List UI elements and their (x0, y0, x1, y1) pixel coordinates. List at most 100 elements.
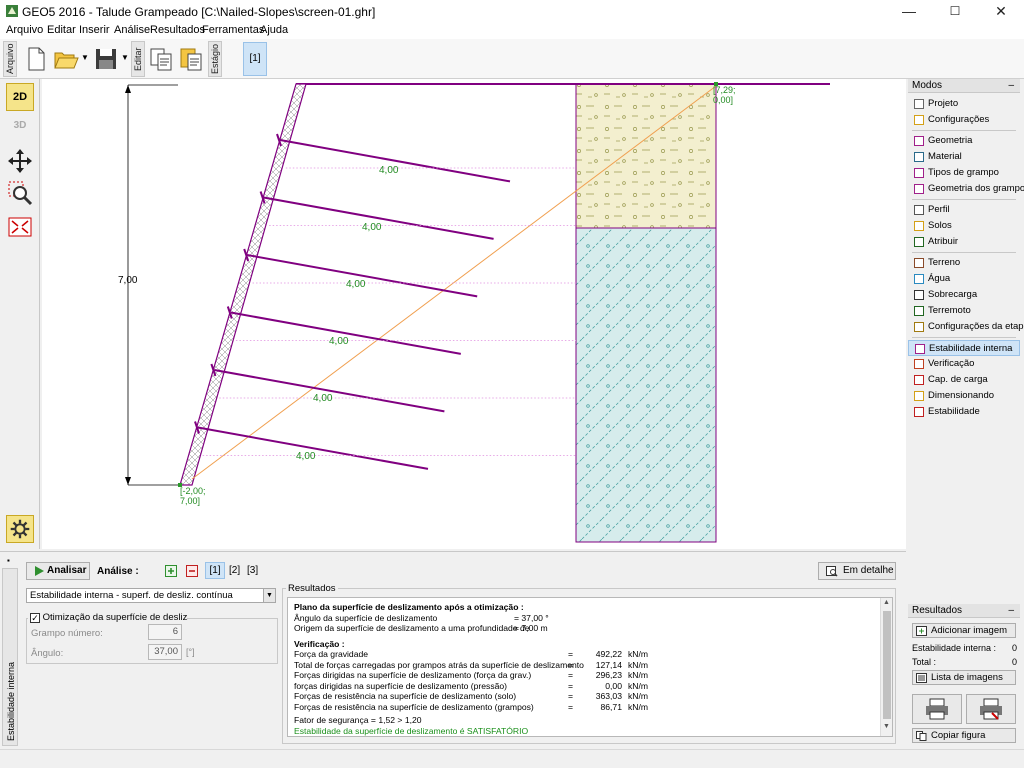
mode-item[interactable]: Terremoto (908, 303, 1020, 319)
settings-gear-icon[interactable] (6, 515, 34, 543)
profile-icon (914, 205, 924, 215)
soils-icon (914, 221, 924, 231)
view-toolbar: 2D 3D (0, 79, 40, 549)
image-list-button[interactable]: Lista de imagens (912, 670, 1016, 685)
detail-button[interactable]: Em detalhe (818, 562, 896, 580)
mode-item[interactable]: Configurações (908, 112, 1020, 128)
mode-item[interactable]: Atribuir (908, 234, 1020, 250)
results-heading: Plano da superfície de deslizamento após… (294, 602, 524, 612)
nail-number-label: Grampo número: (31, 628, 103, 639)
image-list-label: Lista de imagens (931, 672, 1003, 683)
stage-button-1[interactable]: [1] (243, 42, 267, 76)
analyze-button[interactable]: Analisar (26, 562, 90, 580)
analysis-side-tab-label: Estabilidade interna (6, 661, 16, 741)
modes-collapse-button[interactable]: – (1008, 79, 1014, 92)
print-export-button[interactable] (966, 694, 1016, 724)
mode-item[interactable]: Sobrecarga (908, 287, 1020, 303)
results-scrollbar[interactable]: ▲ ▼ (880, 598, 892, 736)
mode-item[interactable]: Configurações da etapa (908, 319, 1024, 335)
mode-item[interactable]: Tipos de grampo (908, 165, 1020, 181)
zoom-fit-icon[interactable] (6, 213, 34, 241)
view-3d-button[interactable]: 3D (6, 113, 34, 141)
scroll-down-icon[interactable]: ▼ (883, 723, 890, 730)
mode-item[interactable]: Cap. de carga (908, 372, 1020, 388)
remove-analysis-icon[interactable] (186, 565, 198, 577)
analysis-tab-3[interactable]: [3] (247, 565, 258, 576)
copy-figure-button[interactable]: Copiar figura (912, 728, 1016, 743)
modes-title: Modos (912, 80, 943, 91)
close-button[interactable]: ✕ (978, 0, 1024, 24)
soil-lower-layer (575, 227, 717, 543)
menu-arquivo[interactable]: Arquivo (6, 24, 43, 37)
mode-item[interactable]: Material (908, 149, 1020, 165)
tab-arquivo[interactable]: Arquivo (3, 41, 17, 77)
coord-bottom-left-2: 7,00] (180, 496, 201, 506)
save-dropdown-icon[interactable]: ▼ (121, 53, 129, 62)
mode-item-label: Sobrecarga (928, 289, 978, 300)
open-dropdown-icon[interactable]: ▼ (81, 53, 89, 62)
optimization-checkbox[interactable]: ✓ (30, 613, 40, 623)
open-folder-icon[interactable] (52, 44, 80, 74)
results-collapse-button[interactable]: – (1008, 604, 1014, 617)
panel-pin-icon[interactable]: ▪ (7, 556, 10, 565)
mode-item[interactable]: Solos (908, 218, 1020, 234)
nail-3[interactable] (247, 254, 478, 298)
mode-item[interactable]: Perfil (908, 202, 1020, 218)
new-file-icon[interactable] (22, 44, 50, 74)
modes-panel: Modos – Projeto Configurações Geometria Mat… (908, 79, 1024, 599)
mode-item-label: Material (928, 151, 962, 162)
menu-ajuda[interactable]: Ajuda (260, 24, 288, 37)
maximize-button[interactable]: ☐ (932, 0, 978, 24)
tab-editar[interactable]: Editar (131, 41, 145, 77)
menu-ferramentas[interactable]: Ferramentas (202, 24, 264, 37)
save-icon[interactable] (92, 44, 120, 74)
optimization-checkbox-row[interactable]: ✓ Otimização da superfície de deslizamen… (28, 611, 188, 624)
tab-estagio[interactable]: Estágio (208, 41, 222, 77)
analysis-tab-1[interactable]: [1] (205, 562, 225, 579)
view-2d-button[interactable]: 2D (6, 83, 34, 111)
copy-figure-icon (916, 731, 927, 741)
mode-item[interactable]: Estabilidade interna (908, 340, 1020, 356)
mode-item[interactable]: Projeto (908, 96, 1020, 112)
mode-item[interactable]: Água (908, 271, 1020, 287)
method-select[interactable]: Estabilidade interna - superf. de desliz… (26, 588, 276, 603)
nails-group (194, 133, 576, 470)
scroll-up-icon[interactable]: ▲ (883, 599, 890, 606)
print-button[interactable] (912, 694, 962, 724)
menu-resultados[interactable]: Resultados (150, 24, 205, 37)
menu-analise[interactable]: Análise (114, 24, 150, 37)
paste-data-icon[interactable] (177, 44, 205, 74)
mode-item[interactable]: Geometria dos grampos (908, 181, 1024, 197)
copy-data-icon[interactable] (147, 44, 175, 74)
drawing-canvas[interactable]: 7,00 [7,29; 0,00] [-2,00; 7,00] 4,00 4,0… (42, 79, 906, 549)
mode-item-label: Perfil (928, 204, 950, 215)
analysis-tab-2[interactable]: [2] (229, 565, 240, 576)
scroll-thumb[interactable] (883, 611, 891, 719)
add-image-button[interactable]: Adicionar imagem (912, 623, 1016, 638)
mode-item[interactable]: Estabilidade (908, 404, 1020, 420)
menu-editar[interactable]: Editar (47, 24, 76, 37)
verification-line: Força da gravidade = 492,22 kN/m (294, 649, 649, 659)
zoom-icon[interactable] (6, 179, 34, 207)
minimize-button[interactable]: — (886, 0, 932, 24)
geometry-icon (914, 136, 924, 146)
nail-4[interactable] (230, 311, 461, 355)
slope-wall (179, 83, 307, 486)
mode-item[interactable]: Verificação (908, 356, 1020, 372)
analysis-side-tab[interactable]: Estabilidade interna (2, 568, 18, 746)
stability-conclusion: Estabilidade da superfície de deslizamen… (294, 725, 529, 736)
verification-line: Forças dirigidas na superfície de desliz… (294, 670, 649, 680)
results-text-area[interactable]: Plano da superfície de deslizamento após… (287, 597, 893, 737)
mode-item[interactable]: Dimensionando (908, 388, 1020, 404)
toolbar: Arquivo ▼ ▼ Editar Estágio [1] (0, 39, 1024, 109)
mode-item[interactable]: Terreno (908, 255, 1020, 271)
move-icon[interactable] (6, 147, 34, 175)
verification-lines: Força da gravidade = 492,22 kN/m Total de fo… (294, 649, 874, 712)
slope-drawing (125, 82, 830, 543)
add-analysis-icon[interactable] (165, 565, 177, 577)
mode-item-label: Terreno (928, 257, 961, 268)
chevron-down-icon[interactable]: ▼ (263, 589, 275, 602)
earthquake-icon (914, 306, 924, 316)
mode-item[interactable]: Geometria (908, 133, 1020, 149)
menu-inserir[interactable]: Inserir (79, 24, 110, 37)
